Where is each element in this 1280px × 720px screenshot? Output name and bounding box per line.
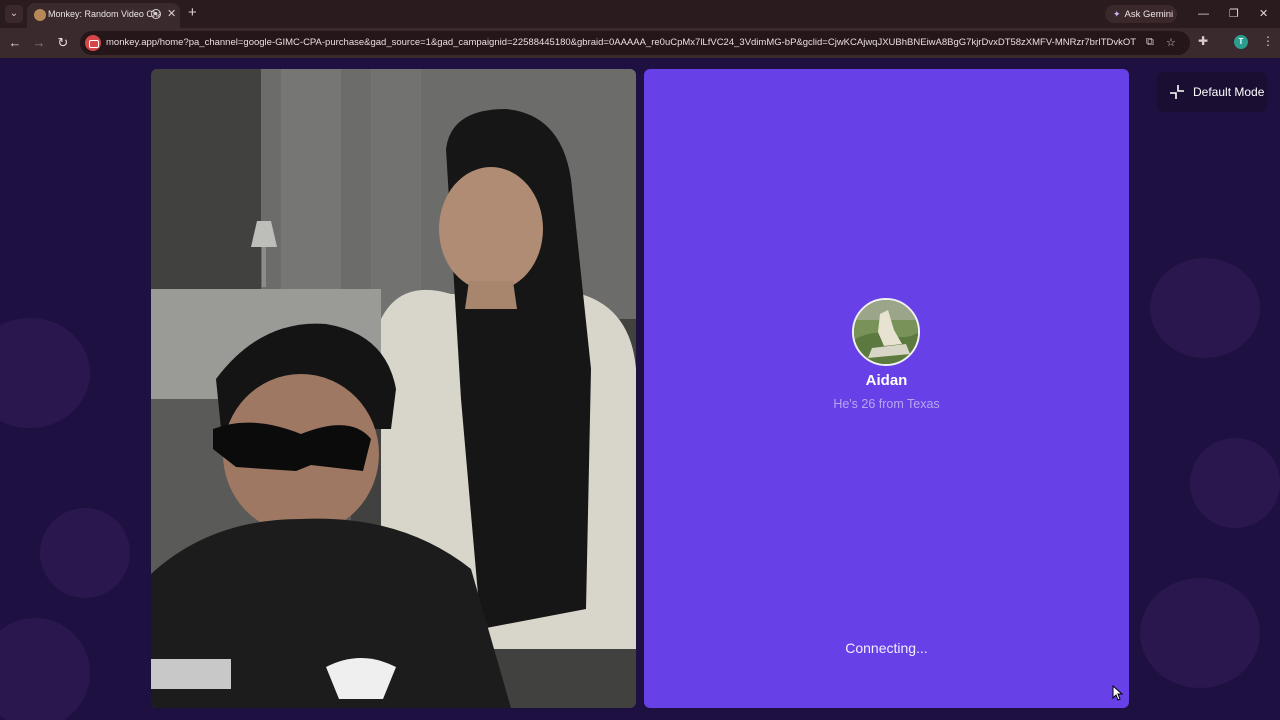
url-text[interactable]: monkey.app/home?pa_channel=google-GIMC-C… <box>106 37 1136 48</box>
camera-frame <box>151 69 636 708</box>
browser-tab-strip: ⌄ Monkey: Random Video Chat ✕ + ✦ Ask Gem… <box>0 0 1280 28</box>
background-pattern <box>40 508 130 598</box>
background-pattern <box>0 618 90 720</box>
connection-status: Connecting... <box>845 640 928 656</box>
reload-button[interactable]: ↻ <box>54 34 72 52</box>
browser-toolbar: ← → ↻ monkey.app/home?pa_channel=google-… <box>0 28 1280 58</box>
camera-permission-icon[interactable] <box>85 35 101 51</box>
plus-icon: + <box>188 4 197 21</box>
avatar-image <box>854 300 918 364</box>
default-mode-button[interactable]: Default Mode <box>1157 72 1267 112</box>
background-pattern <box>1150 258 1260 358</box>
minimize-button[interactable]: — <box>1198 5 1209 23</box>
background-pattern <box>0 318 90 428</box>
more-vertical-icon[interactable]: ⋮ <box>1262 34 1274 48</box>
restore-button[interactable]: ❐ <box>1229 5 1239 23</box>
forward-button[interactable]: → <box>30 34 48 52</box>
reload-icon: ↻ <box>57 35 69 50</box>
match-info: He's 26 from Texas <box>833 397 940 411</box>
back-button[interactable]: ← <box>6 34 24 52</box>
install-app-icon[interactable]: ⧉ <box>1146 36 1154 49</box>
star-icon[interactable]: ☆ <box>1166 36 1176 49</box>
local-video-feed <box>151 69 636 708</box>
monkey-page: Aidan He's 26 from Texas Connecting... D… <box>0 58 1280 720</box>
collapse-icon <box>1170 85 1184 99</box>
sparkle-icon: ✦ <box>1113 9 1121 19</box>
monkey-icon <box>34 9 46 21</box>
default-mode-label: Default Mode <box>1193 85 1265 99</box>
tab-search-button[interactable]: ⌄ <box>5 5 23 23</box>
background-pattern <box>1140 578 1260 688</box>
browser-tab[interactable]: Monkey: Random Video Chat ✕ <box>27 3 180 28</box>
match-avatar <box>852 298 920 366</box>
arrow-left-icon: ← <box>8 35 22 50</box>
chevron-down-icon: ⌄ <box>9 8 19 19</box>
arrow-right-icon: → <box>32 35 46 50</box>
background-pattern <box>1190 438 1280 528</box>
match-name: Aidan <box>865 372 908 389</box>
profile-avatar[interactable]: T <box>1234 35 1248 49</box>
audio-playing-icon[interactable] <box>151 9 161 19</box>
new-tab-button[interactable]: + <box>188 4 197 22</box>
match-video-panel: Aidan He's 26 from Texas Connecting... <box>644 69 1129 708</box>
puzzle-icon[interactable]: ✚ <box>1198 34 1208 48</box>
address-bar[interactable]: monkey.app/home?pa_channel=google-GIMC-C… <box>80 31 1190 55</box>
ask-gemini-button[interactable]: ✦ Ask Gemini <box>1105 5 1177 23</box>
window-close-button[interactable]: ✕ <box>1259 5 1268 23</box>
close-tab-icon[interactable]: ✕ <box>167 7 176 20</box>
ask-gemini-label: Ask Gemini <box>1124 9 1174 20</box>
tab-title: Monkey: Random Video Chat <box>48 9 160 19</box>
mouse-cursor-icon <box>1112 685 1124 701</box>
